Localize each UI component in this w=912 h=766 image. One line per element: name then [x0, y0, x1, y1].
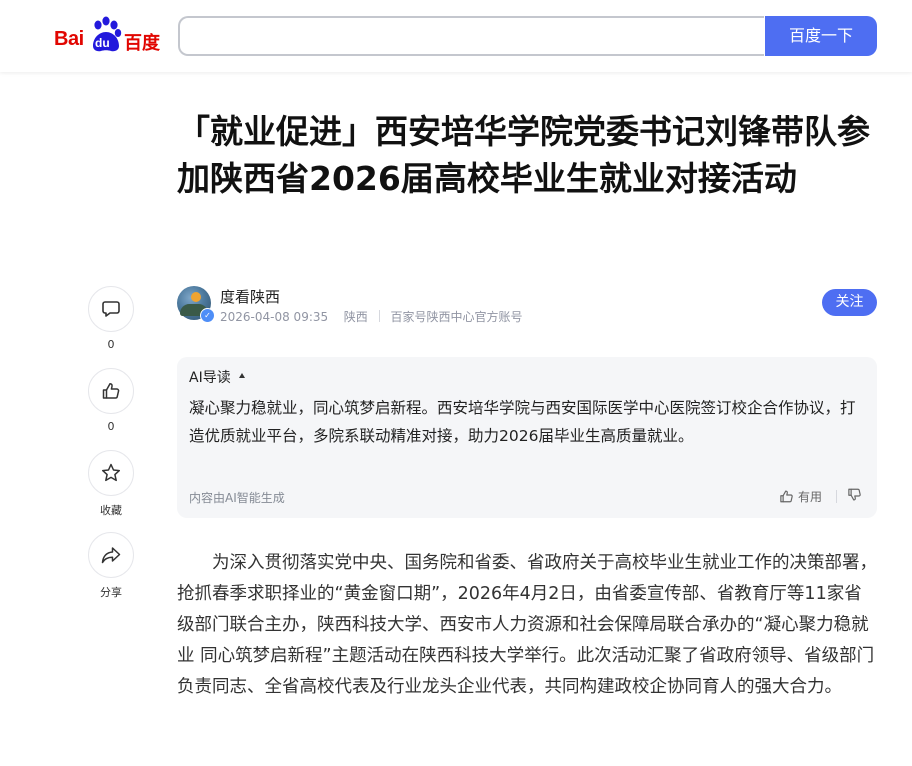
article-title: 「就业促进」西安培华学院党委书记刘锋带队参加陕西省2026届高校毕业生就业对接活…: [177, 112, 870, 198]
caret-up-icon[interactable]: [239, 373, 245, 378]
publish-datetime: 2026-04-08 09:35: [220, 310, 329, 324]
favorite-label: 收藏: [100, 504, 122, 517]
follow-button[interactable]: 关注: [822, 289, 877, 316]
search-input[interactable]: [180, 18, 764, 54]
like-button[interactable]: [88, 368, 134, 414]
share-button[interactable]: [88, 532, 134, 578]
ai-summary-card: AI导读 凝心聚力稳就业，同心筑梦启新程。西安培华学院与西安国际医学中心医院签订…: [177, 357, 877, 518]
baidu-logo[interactable]: Bai du 百度: [54, 16, 162, 56]
ai-summary-title[interactable]: AI导读: [189, 367, 231, 387]
ai-summary-text: 凝心聚力稳就业，同心筑梦启新程。西安培华学院与西安国际医学中心医院签订校企合作协…: [189, 399, 856, 445]
ai-generated-note: 内容由AI智能生成: [189, 491, 285, 505]
article-body-paragraph: 为深入贯彻落实党中央、国务院和省委、省政府关于高校毕业生就业工作的决策部署，抢抓…: [177, 553, 877, 697]
account-description: 百家号陕西中心官方账号: [390, 310, 523, 324]
useful-label: 有用: [798, 489, 823, 504]
publish-region: 陕西: [343, 310, 368, 324]
thumbs-up-icon: [102, 383, 120, 399]
share-icon: [101, 547, 121, 564]
meta-divider: [378, 310, 380, 322]
useful-button[interactable]: 有用: [779, 486, 822, 506]
not-useful-button[interactable]: [847, 487, 862, 506]
avatar[interactable]: ✓: [177, 286, 215, 323]
top-header: Bai du 百度 百度一下: [0, 0, 912, 72]
logo-text-du: du: [95, 36, 110, 50]
comment-icon: [102, 301, 120, 317]
search-box: [178, 16, 764, 56]
logo-text-bai: Bai: [54, 28, 84, 50]
comment-count: 0: [107, 338, 115, 351]
logo-text-cn: 百度: [124, 33, 160, 54]
verified-badge-icon: ✓: [200, 308, 215, 323]
comment-button[interactable]: [88, 286, 134, 332]
thumbs-down-icon: [848, 488, 861, 501]
feedback-divider: [836, 490, 837, 503]
search-button[interactable]: 百度一下: [765, 16, 877, 56]
article-meta: 2026-04-08 09:35 陕西 百家号陕西中心官方账号: [220, 308, 522, 325]
favorite-button[interactable]: [88, 450, 134, 496]
share-label: 分享: [100, 586, 122, 599]
author-name[interactable]: 度看陕西: [220, 286, 280, 307]
like-count: 0: [107, 420, 115, 433]
thumbs-up-icon: [780, 490, 793, 502]
star-icon: [101, 463, 121, 482]
